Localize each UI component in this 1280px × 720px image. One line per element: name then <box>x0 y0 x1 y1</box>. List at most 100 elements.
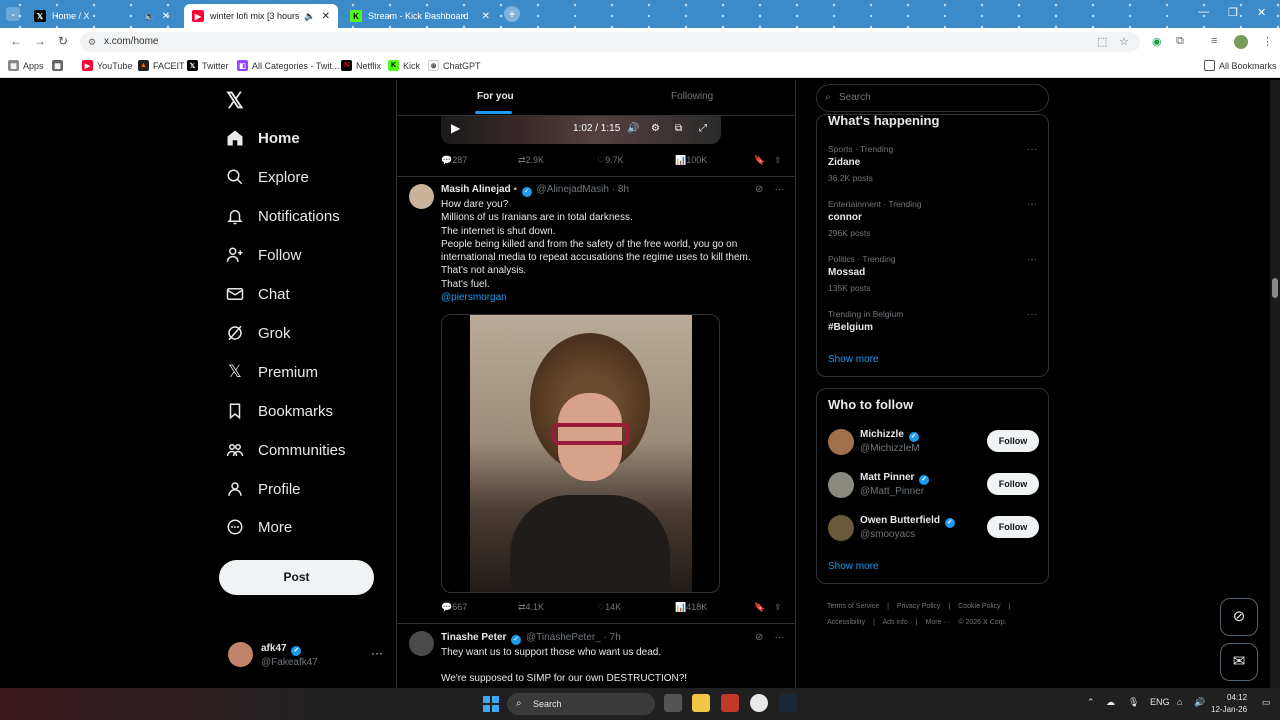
mention-link[interactable]: @piersmorgan <box>441 291 781 304</box>
cookie-link[interactable]: Cookie Policy <box>958 603 1000 610</box>
window-close-icon[interactable]: ✕ <box>1257 6 1266 19</box>
show-more-link[interactable]: Show more <box>828 354 879 365</box>
bookmark-twitter[interactable]: 𝕏 Twitter <box>187 60 229 71</box>
more-dots-icon[interactable]: ··· <box>1027 254 1037 265</box>
account-switcher[interactable]: afk47 ✓ @Fakeafk47 ··· <box>228 642 388 674</box>
play-icon[interactable]: ▶ <box>451 121 460 135</box>
tab-for-you[interactable]: For you <box>477 91 514 102</box>
show-more-link[interactable]: Show more <box>828 561 879 572</box>
nav-follow[interactable]: Follow <box>226 240 301 270</box>
tweet-time[interactable]: · 8h <box>612 184 629 195</box>
nav-explore[interactable]: Explore <box>226 162 309 192</box>
reply-button[interactable]: 💬 667 <box>441 602 467 613</box>
page-scrollbar[interactable] <box>1270 80 1280 688</box>
minimize-icon[interactable]: — <box>1198 6 1209 18</box>
grok-float-icon[interactable]: ⊘ <box>1220 598 1258 636</box>
repost-button[interactable]: ⇄ 2.9K <box>518 155 544 166</box>
views-button[interactable]: 📊 418K <box>675 602 707 613</box>
more-dots-icon[interactable]: ··· <box>371 646 383 660</box>
avatar[interactable] <box>409 184 434 209</box>
clock[interactable]: 04:12 12-Jan-26 <box>1211 692 1247 716</box>
bookmark-twitch[interactable]: ◧ All Categories - Twit... <box>237 60 339 71</box>
more-dots-icon[interactable]: ··· <box>1027 144 1037 155</box>
speaker-icon[interactable]: 🔈 <box>304 11 315 22</box>
profile-avatar-icon[interactable] <box>1234 35 1248 49</box>
microphone-icon[interactable]: 🎙 <box>1128 697 1139 708</box>
accessibility-link[interactable]: Accessibility <box>827 619 865 626</box>
notifications-icon[interactable]: ▭ <box>1262 697 1271 708</box>
reload-icon[interactable]: ↻ <box>58 34 68 48</box>
more-dots-icon[interactable]: ··· <box>775 184 785 195</box>
nav-communities[interactable]: Communities <box>226 435 346 465</box>
tab-winter-lofi[interactable]: ▶ winter lofi mix [3 hours] ❄️ 🔈 ✕ <box>184 4 338 28</box>
author-handle[interactable]: @AlinejadMasih <box>537 184 609 195</box>
back-icon[interactable]: ← <box>10 34 22 48</box>
reply-button[interactable]: 💬 287 <box>441 155 467 166</box>
bookmark-button[interactable]: 🔖 <box>754 155 765 166</box>
follow-button[interactable]: Follow <box>987 473 1039 495</box>
messages-float-icon[interactable]: ✉ <box>1220 643 1258 681</box>
follow-button[interactable]: Follow <box>987 430 1039 452</box>
like-button[interactable]: ♡ 14K <box>597 602 621 613</box>
volume-icon[interactable]: 🔊 <box>627 123 639 134</box>
share-icon[interactable]: ⇪ <box>774 155 782 166</box>
author-handle[interactable]: @TinashePeter_ <box>526 632 601 643</box>
scrollbar-thumb[interactable] <box>1272 278 1278 298</box>
settings-gear-icon[interactable]: ⚙ <box>651 123 660 134</box>
bookmark-button[interactable]: 🔖 <box>754 602 765 613</box>
follow-button[interactable]: Follow <box>987 516 1039 538</box>
site-info-icon[interactable]: ⚙ <box>88 32 96 52</box>
close-icon[interactable]: ✕ <box>322 11 330 22</box>
install-icon[interactable]: ⬚ <box>1097 35 1107 48</box>
windows-start-icon[interactable] <box>483 696 499 712</box>
network-icon[interactable]: ⌂ <box>1177 697 1182 707</box>
url-field[interactable]: ⚙ x.com/home <box>80 32 1140 52</box>
nav-profile[interactable]: Profile <box>226 474 301 504</box>
nav-grok[interactable]: Grok <box>226 318 291 348</box>
post-button[interactable]: Post <box>219 560 374 595</box>
app-icon[interactable] <box>721 694 739 712</box>
nav-bookmarks[interactable]: Bookmarks <box>226 396 333 426</box>
all-bookmarks[interactable]: All Bookmarks <box>1204 60 1277 71</box>
views-button[interactable]: 📊 100K <box>675 155 707 166</box>
steam-icon[interactable] <box>779 694 797 712</box>
tab-list-icon[interactable]: ⌄ <box>6 7 20 21</box>
avatar[interactable] <box>409 631 434 656</box>
more-dots-icon[interactable]: ··· <box>775 632 785 643</box>
restore-icon[interactable]: ❐ <box>1228 6 1238 19</box>
repost-button[interactable]: ⇄ 4.1K <box>518 602 544 613</box>
taskbar-search[interactable]: ⌕ Search <box>507 693 655 715</box>
search-input[interactable]: ⌕ Search <box>816 84 1049 112</box>
tab-following[interactable]: Following <box>671 91 713 102</box>
x-logo-icon[interactable]: 𝕏 <box>226 88 244 114</box>
picture-in-picture-icon[interactable]: ⧉ <box>675 123 682 134</box>
extension-green-icon[interactable]: ◉ <box>1152 35 1162 48</box>
bookmark-apps[interactable]: ▦ Apps <box>8 60 44 71</box>
bookmark-faceit[interactable]: ▲ FACEIT <box>138 60 185 71</box>
bookmark-kick[interactable]: K Kick <box>388 60 420 71</box>
nav-chat[interactable]: Chat <box>226 279 290 309</box>
chrome-icon[interactable] <box>750 694 768 712</box>
author-name[interactable]: Tinashe Peter <box>441 632 506 643</box>
close-icon[interactable]: ✕ <box>482 11 490 22</box>
browser-menu-icon[interactable]: ⋮ <box>1262 35 1273 48</box>
tab-home-x[interactable]: 𝕏 Home / X 🔈 ✕ <box>26 4 178 28</box>
chevron-up-icon[interactable]: ⌃ <box>1087 697 1095 708</box>
author-name[interactable]: Masih Alinejad <box>441 184 511 195</box>
tab-search-icon[interactable]: ≡ <box>1211 35 1217 47</box>
more-dots-icon[interactable]: ··· <box>1027 309 1037 320</box>
terms-link[interactable]: Terms of Service <box>827 603 879 610</box>
new-tab-button[interactable]: + <box>504 6 520 22</box>
language-indicator[interactable]: ENG <box>1150 697 1170 707</box>
more-dots-icon[interactable]: ··· <box>1027 199 1037 210</box>
grok-icon[interactable]: ⊘ <box>755 632 763 643</box>
bookmark-netflix[interactable]: N Netflix <box>341 60 381 71</box>
nav-premium[interactable]: 𝕏 Premium <box>226 357 318 387</box>
nav-more[interactable]: More <box>226 512 292 542</box>
volume-icon[interactable]: 🔊 <box>1194 697 1205 708</box>
tweet-time[interactable]: · 7h <box>604 632 621 643</box>
task-view-icon[interactable] <box>664 694 682 712</box>
extensions-puzzle-icon[interactable]: ⧉ <box>1176 35 1184 48</box>
privacy-link[interactable]: Privacy Policy <box>897 603 941 610</box>
nav-notifications[interactable]: Notifications <box>226 201 340 231</box>
